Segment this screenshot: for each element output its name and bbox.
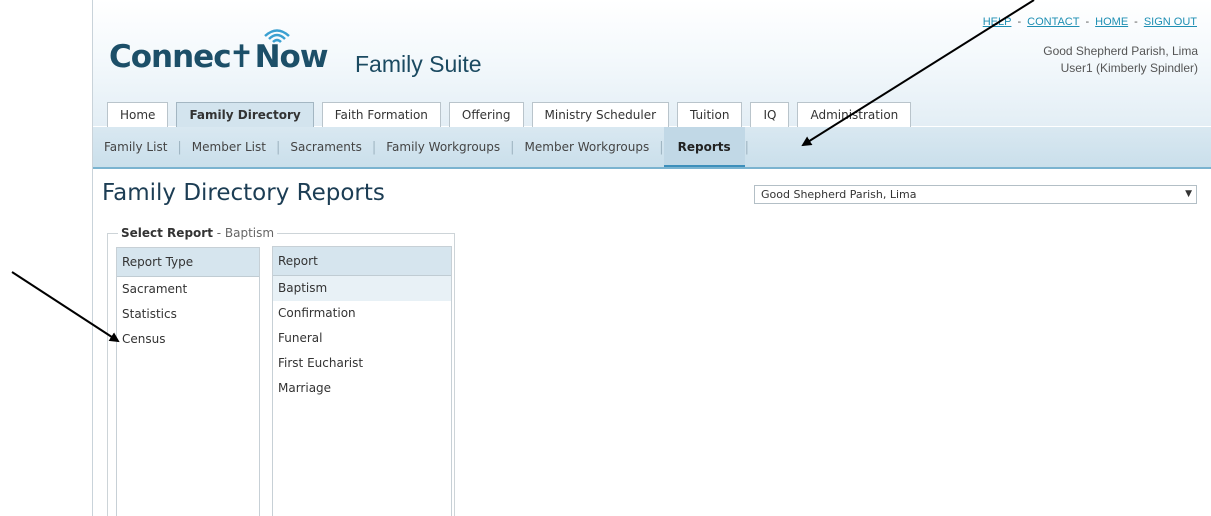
link-separator: -: [1017, 16, 1022, 28]
page-title: Family Directory Reports: [102, 180, 385, 206]
parish-name: Good Shepherd Parish, Lima: [1043, 44, 1198, 58]
link-separator: -: [1134, 16, 1138, 28]
report-type-header: Report Type: [117, 248, 259, 277]
subnav-reports[interactable]: Reports: [663, 127, 745, 167]
help-link[interactable]: HELP: [983, 16, 1012, 28]
select-report-panel: Select Report - Baptism Report Type Sacr…: [107, 226, 455, 516]
wifi-icon: [263, 29, 290, 43]
suite-title: Family Suite: [355, 51, 482, 77]
tab-family-directory[interactable]: Family Directory: [176, 102, 314, 127]
report-type-list: Report Type Sacrament Statistics Census: [116, 247, 260, 516]
report-list: Report Baptism Confirmation Funeral Firs…: [272, 246, 452, 516]
user-info: Good Shepherd Parish, Lima User1 (Kimber…: [1043, 43, 1198, 77]
tab-administration[interactable]: Administration: [797, 102, 912, 127]
top-links: HELP - CONTACT - HOME - SIGN OUT: [983, 16, 1197, 28]
connectnow-logo[interactable]: Connec ✝ Now: [109, 29, 328, 76]
report-header: Report: [273, 247, 451, 276]
report-baptism[interactable]: Baptism: [273, 276, 451, 301]
user-name: User1 (Kimberly Spindler): [1060, 61, 1198, 75]
logo-word-connec: Connec: [109, 39, 232, 75]
header: Connec ✝ Now Family Suite HELP - CONTACT - HOM…: [93, 0, 1211, 127]
subnav-member-list[interactable]: Member List: [182, 127, 276, 167]
main-tabs: Home Family Directory Faith Formation Of…: [107, 102, 919, 127]
subnav-divider: |: [744, 139, 750, 155]
report-type-sacrament[interactable]: Sacrament: [117, 277, 259, 302]
link-separator: -: [1085, 16, 1090, 28]
report-type-statistics[interactable]: Statistics: [117, 302, 259, 327]
subnav-family-workgroups[interactable]: Family Workgroups: [376, 127, 510, 167]
report-type-census[interactable]: Census: [117, 327, 259, 352]
report-funeral[interactable]: Funeral: [273, 326, 451, 351]
subnav-sacraments[interactable]: Sacraments: [280, 127, 372, 167]
tab-faith-formation[interactable]: Faith Formation: [321, 102, 441, 127]
app-frame: Connec ✝ Now Family Suite HELP - CONTACT - HOM…: [92, 0, 1211, 516]
tab-ministry-scheduler[interactable]: Ministry Scheduler: [531, 102, 670, 127]
subnav-member-workgroups[interactable]: Member Workgroups: [515, 127, 660, 167]
subnav-family-list[interactable]: Family List: [104, 127, 177, 167]
logo-word-now: Now: [255, 29, 328, 76]
report-marriage[interactable]: Marriage: [273, 376, 451, 401]
report-confirmation[interactable]: Confirmation: [273, 301, 451, 326]
cross-icon: ✝: [228, 39, 255, 75]
tab-home[interactable]: Home: [107, 102, 169, 127]
sub-nav: Family List | Member List | Sacraments |…: [93, 127, 1211, 169]
home-link[interactable]: HOME: [1095, 16, 1128, 28]
contact-link[interactable]: CONTACT: [1027, 16, 1079, 28]
sign-out-link[interactable]: SIGN OUT: [1144, 16, 1197, 28]
tab-offering[interactable]: Offering: [448, 102, 524, 127]
dropdown-arrow-icon[interactable]: ▼: [1185, 186, 1192, 203]
tab-tuition[interactable]: Tuition: [677, 102, 743, 127]
report-first-eucharist[interactable]: First Eucharist: [273, 351, 451, 376]
select-report-legend: Select Report - Baptism: [118, 226, 278, 240]
parish-select[interactable]: Good Shepherd Parish, Lima ▼: [754, 185, 1197, 204]
parish-select-value: Good Shepherd Parish, Lima: [761, 188, 917, 201]
tab-iq[interactable]: IQ: [750, 102, 790, 127]
